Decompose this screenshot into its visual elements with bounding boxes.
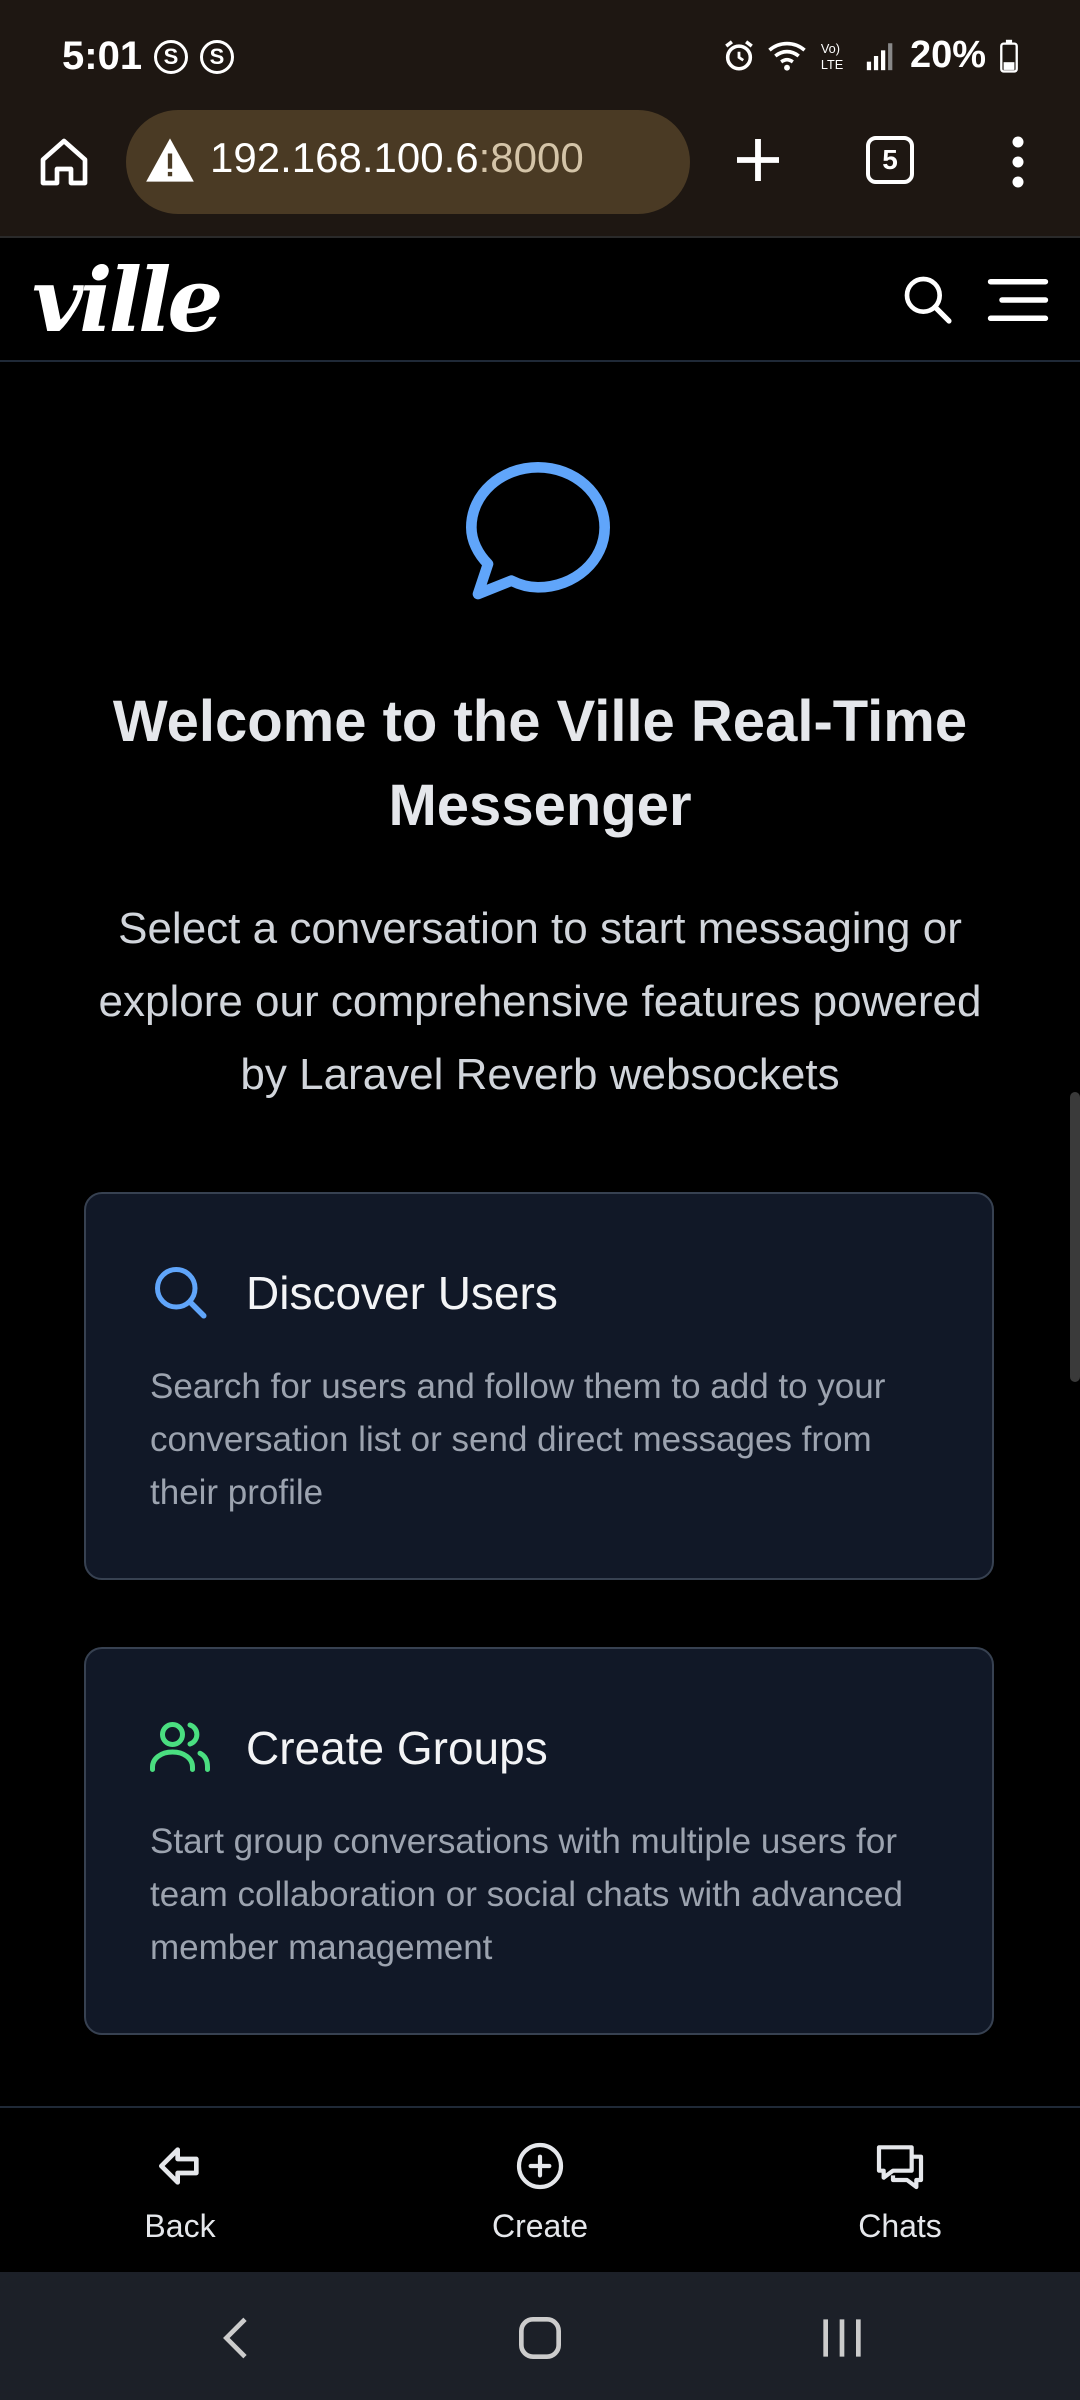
battery-icon — [1000, 39, 1018, 73]
card-description: Search for users and follow them to add … — [150, 1367, 886, 1512]
page-title: Welcome to the Ville Real-Time Messenger — [112, 689, 968, 838]
nav-create-button[interactable]: Create — [440, 2138, 640, 2245]
warning-icon[interactable] — [144, 134, 196, 186]
browser-toolbar: 192.168.100.6:8000 5 — [0, 110, 1080, 236]
system-nav-bar — [0, 2272, 1080, 2400]
main-content: Welcome to the Ville Real-Time Messenger… — [0, 362, 1080, 2106]
nav-back-button[interactable]: Back — [80, 2138, 280, 2245]
status-bar: 5:01 S S Vo) LTE 20% — [0, 0, 1080, 110]
feature-card-discover-users[interactable]: Discover Users Search for users and foll… — [84, 1192, 994, 1580]
search-icon[interactable] — [900, 272, 956, 328]
users-icon — [150, 1722, 210, 1772]
volte-icon: Vo)LTE — [821, 41, 843, 72]
menu-icon[interactable] — [986, 272, 1050, 328]
more-vert-icon[interactable] — [1000, 132, 1036, 192]
logo[interactable]: ville — [32, 248, 223, 352]
system-back-icon[interactable] — [210, 2310, 266, 2366]
nav-label: Create — [491, 2208, 589, 2244]
status-icons: Vo) LTE 20% — [722, 34, 1020, 77]
plus-icon[interactable] — [730, 132, 786, 188]
card-title: Create Groups — [246, 1722, 548, 1774]
search-icon — [155, 1267, 207, 1319]
system-recents-icon[interactable] — [814, 2310, 870, 2366]
url-port: :8000 — [478, 134, 584, 181]
status-time: 5:01 — [62, 34, 143, 78]
wifi-icon — [768, 41, 806, 71]
back-arrow-icon — [159, 2147, 199, 2185]
feature-card-create-groups[interactable]: Create Groups Start group conversations … — [84, 1647, 994, 2035]
home-icon[interactable] — [36, 134, 92, 190]
plus-circle-icon — [516, 2142, 564, 2190]
nav-label: Back — [144, 2208, 216, 2244]
app-notification-icon: S — [200, 40, 234, 74]
chats-icon — [876, 2145, 924, 2190]
battery-level: 20% — [909, 34, 986, 76]
card-description: Start group conversations with multiple … — [150, 1822, 903, 1967]
alarm-icon — [725, 39, 753, 71]
page-subtitle: Select a conversation to start messaging… — [98, 904, 982, 1099]
signal-icon — [866, 42, 893, 70]
card-title: Discover Users — [246, 1267, 558, 1319]
nav-label: Chats — [858, 2208, 942, 2244]
app-notification-icon: S — [154, 40, 188, 74]
url-host: 192.168.100.6 — [210, 134, 479, 181]
tab-switcher-button[interactable]: 5 — [866, 136, 914, 184]
svg-text:LTE: LTE — [821, 56, 843, 71]
scrollbar[interactable] — [1070, 1092, 1080, 1382]
system-home-icon[interactable] — [512, 2310, 568, 2366]
url-text[interactable]: 192.168.100.6:8000 — [210, 134, 584, 182]
svg-text:Vo): Vo) — [821, 41, 840, 56]
app-header: ville — [0, 238, 1080, 362]
bottom-nav: Back Create Chats — [0, 2106, 1080, 2274]
chat-bubble-icon — [466, 462, 611, 600]
address-bar[interactable]: 192.168.100.6:8000 — [126, 110, 690, 214]
nav-chats-button[interactable]: Chats — [800, 2138, 1000, 2245]
